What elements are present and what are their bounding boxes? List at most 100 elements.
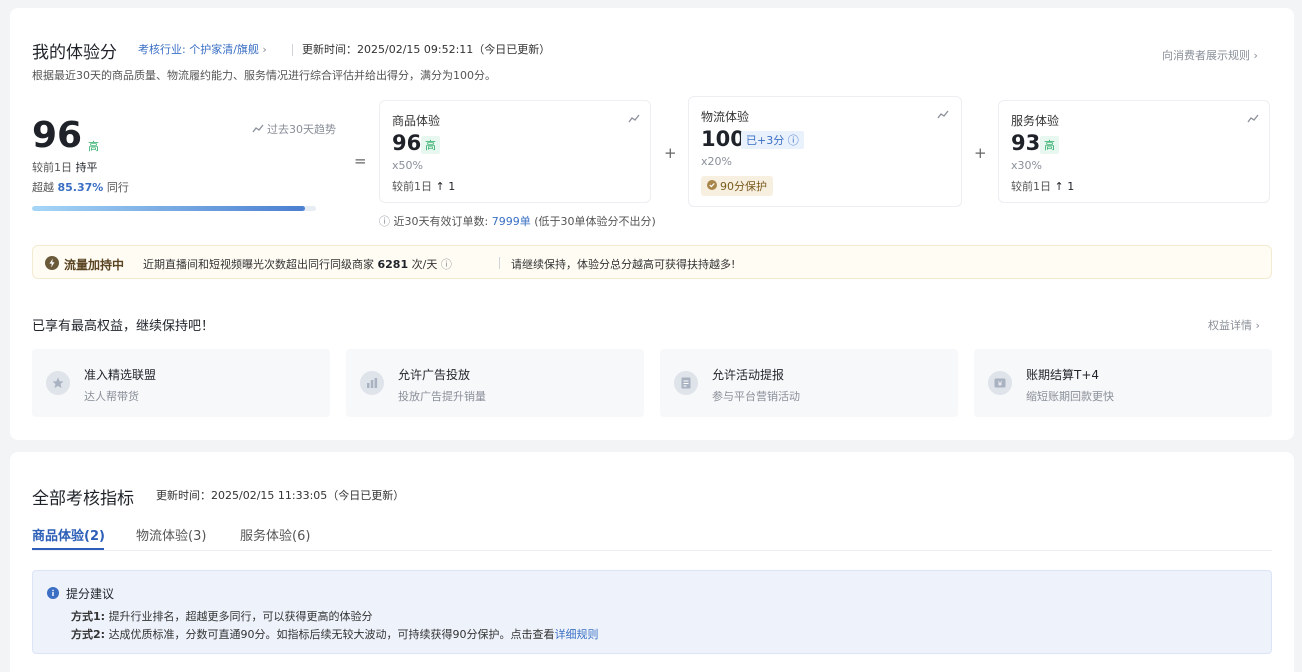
chevron-right-icon: › [1253, 49, 1258, 62]
service-experience-card[interactable]: 服务体验 93 高 x30% 较前1日 ↑ 1 [998, 100, 1270, 203]
protection-label: 90分保护 [720, 180, 767, 193]
tips-way-1: 方式1: 提升行业排名，超越更多同行，可以获得更高的体验分 [71, 608, 373, 624]
benefit-title: 允许广告投放 [398, 368, 471, 382]
tips-title: 提分建议 [66, 587, 115, 601]
benefit-desc: 缩短账期回款更快 [1026, 390, 1114, 403]
benefit-title: 允许活动提报 [712, 368, 785, 382]
logistics-weight: x20% [701, 155, 732, 168]
benefit-desc: 投放广告提升销量 [398, 390, 486, 403]
svg-text:¥: ¥ [998, 380, 1003, 388]
document-icon [674, 371, 698, 395]
boost-text-prefix: 近期直播间和短视频曝光次数超出同行同级商家 [143, 258, 374, 271]
compare-value: 1 [1067, 180, 1075, 193]
product-label: 商品体验 [392, 114, 441, 128]
metrics-title: 全部考核指标 [32, 489, 134, 509]
trend-chart-icon[interactable] [937, 109, 949, 119]
logistics-label: 物流体验 [701, 110, 750, 124]
benefit-item: ¥ 账期结算T+4 缩短账期回款更快 [974, 349, 1272, 417]
consumer-rule-link[interactable]: 向消费者展示规则 › [1162, 47, 1258, 63]
equals-sign: = [354, 152, 367, 170]
product-experience-card[interactable]: 商品体验 96 高 x50% 较前1日 ↑ 1 [379, 100, 651, 203]
info-circle-icon: ⓘ [379, 215, 390, 228]
plus-sign: + [974, 144, 987, 162]
total-level: 高 [88, 140, 99, 153]
benefits-heading: 已享有最高权益，继续保持吧！ [32, 319, 215, 334]
service-level: 高 [1040, 136, 1059, 154]
metrics-update-time: 更新时间：2025/02/15 11:33:05（今日已更新） [156, 489, 405, 502]
product-level: 高 [421, 136, 440, 154]
benefit-item: 允许广告投放 投放广告提升销量 [346, 349, 644, 417]
detail-rules-link[interactable]: 详细规则 [555, 628, 599, 641]
way2-text: 达成优质标准，分数可直通90分。如指标后续无较大波动，可持续获得90分保护。点击… [108, 628, 555, 641]
trend-label: 过去30天趋势 [267, 123, 336, 136]
tips-way-2: 方式2: 达成优质标准，分数可直通90分。如指标后续无较大波动，可持续获得90分… [71, 626, 599, 642]
service-weight: x30% [1011, 159, 1042, 172]
benefit-item: 允许活动提报 参与平台营销活动 [660, 349, 958, 417]
trend-chart-icon [252, 123, 264, 136]
benefit-desc: 达人帮带货 [84, 390, 139, 403]
product-weight: x50% [392, 159, 423, 172]
product-score: 96 [392, 131, 422, 155]
star-icon [46, 371, 70, 395]
help-circle-icon[interactable]: ⓘ [441, 258, 452, 271]
tips-header: 提分建议 [47, 584, 114, 603]
logistics-bonus-badge: 已+3分 ⓘ [741, 131, 804, 149]
metrics-card: 全部考核指标 更新时间：2025/02/15 11:33:05（今日已更新） 商… [10, 452, 1294, 672]
help-circle-icon[interactable]: ⓘ [788, 134, 799, 147]
plus-sign: + [664, 144, 677, 162]
info-circle-icon [47, 584, 59, 603]
beat-value: 85.37% [57, 181, 104, 194]
compare-label: 较前1日 [1011, 180, 1051, 193]
chevron-right-icon: › [1255, 319, 1260, 332]
benefit-desc: 参与平台营销活动 [712, 390, 800, 403]
consumer-rule-label: 向消费者展示规则 [1162, 49, 1250, 62]
shield-check-icon [707, 179, 717, 193]
trend-chart-icon[interactable] [628, 113, 640, 123]
service-score: 93 [1011, 131, 1041, 155]
industry-label: 考核行业: 个护家清/旗舰 [138, 43, 259, 56]
logistics-score: 100 [701, 127, 745, 151]
benefit-detail-link[interactable]: 权益详情 › [1208, 317, 1260, 333]
tab-product-experience[interactable]: 商品体验(2) [32, 525, 105, 544]
benefit-title: 准入精选联盟 [84, 368, 157, 382]
ad-chart-icon [360, 371, 384, 395]
tab-service-experience[interactable]: 服务体验(6) [240, 525, 310, 544]
benefit-item: 准入精选联盟 达人帮带货 [32, 349, 330, 417]
bonus-label: 已+3分 [746, 134, 785, 147]
boost-tip: 请继续保持，体验分总分越高可获得扶持越多! [511, 258, 736, 271]
benefit-title: 账期结算T+4 [1026, 368, 1100, 382]
industry-link[interactable]: 考核行业: 个护家清/旗舰 › [138, 41, 267, 57]
traffic-boost-bar: 流量加持中 近期直播间和短视频曝光次数超出同行同级商家 6281 次/天 ⓘ 请… [32, 245, 1272, 279]
trend-link[interactable]: 过去30天趋势 [252, 121, 336, 137]
service-compare: 较前1日 ↑ 1 [1011, 178, 1074, 194]
benefit-detail-label: 权益详情 [1208, 319, 1252, 332]
active-tab-indicator [32, 548, 104, 550]
score-tips-box: 提分建议 方式1: 提升行业排名，超越更多同行，可以获得更高的体验分 方式2: … [32, 570, 1272, 654]
orders-prefix: 近30天有效订单数: [393, 215, 489, 228]
logistics-experience-card[interactable]: 物流体验 100 已+3分 ⓘ x20% 90分保护 [688, 96, 962, 207]
valid-orders-note: ⓘ 近30天有效订单数: 7999单 (低于30单体验分不出分) [379, 213, 656, 229]
page-title: 我的体验分 [32, 43, 117, 63]
orders-value: 7999单 [491, 215, 531, 228]
score-description: 根据最近30天的商品质量、物流履约能力、服务情况进行综合评估并给出得分，满分为1… [32, 69, 496, 82]
divider [499, 257, 500, 269]
divider [292, 44, 293, 56]
score-progress-bar [32, 206, 316, 211]
beat-peers: 超越 85.37% 同行 [32, 179, 129, 195]
beat-prefix: 超越 [32, 181, 54, 194]
chevron-right-icon: › [262, 43, 267, 56]
total-score: 96 [32, 115, 83, 156]
boost-unit: 次/天 [411, 258, 438, 271]
way1-label: 方式1: [71, 610, 106, 623]
product-compare: 较前1日 ↑ 1 [392, 178, 455, 194]
service-label: 服务体验 [1011, 114, 1060, 128]
compare-label: 较前1日 [32, 161, 72, 174]
tab-logistics-experience[interactable]: 物流体验(3) [136, 525, 206, 544]
total-compare: 较前1日 持平 [32, 159, 98, 175]
trend-chart-icon[interactable] [1247, 113, 1259, 123]
lightning-icon [45, 255, 59, 274]
boost-title-group: 流量加持中 [45, 255, 124, 274]
update-time: 更新时间：2025/02/15 09:52:11（今日已更新） [302, 43, 551, 56]
experience-score-card: 我的体验分 考核行业: 个护家清/旗舰 › 更新时间：2025/02/15 09… [10, 8, 1294, 440]
compare-value: 持平 [75, 161, 98, 174]
